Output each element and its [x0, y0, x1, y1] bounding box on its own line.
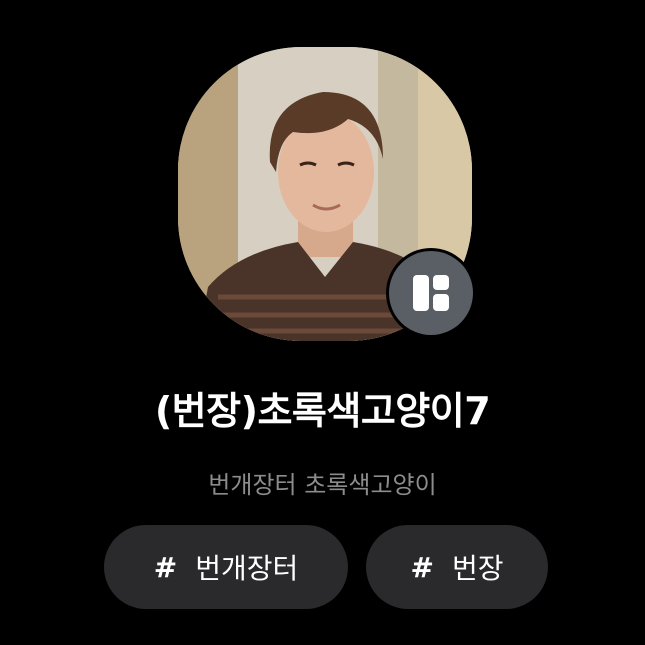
- hashtag-icon: #: [153, 550, 178, 584]
- app-badge[interactable]: [386, 248, 476, 338]
- profile-avatar-container[interactable]: [178, 47, 476, 341]
- tag-chip-bungae[interactable]: # 번개장터: [104, 525, 348, 609]
- tag-chip-bunjang[interactable]: # 번장: [366, 525, 548, 609]
- app-grid-icon: [389, 251, 473, 335]
- profile-name: (번장)초록색고양이7: [154, 389, 491, 433]
- tag-label: 번장: [451, 552, 504, 585]
- hashtag-icon: #: [410, 550, 434, 584]
- tag-label: 번개장터: [195, 552, 299, 585]
- profile-subtitle: 번개장터 초록색고양이: [208, 471, 437, 499]
